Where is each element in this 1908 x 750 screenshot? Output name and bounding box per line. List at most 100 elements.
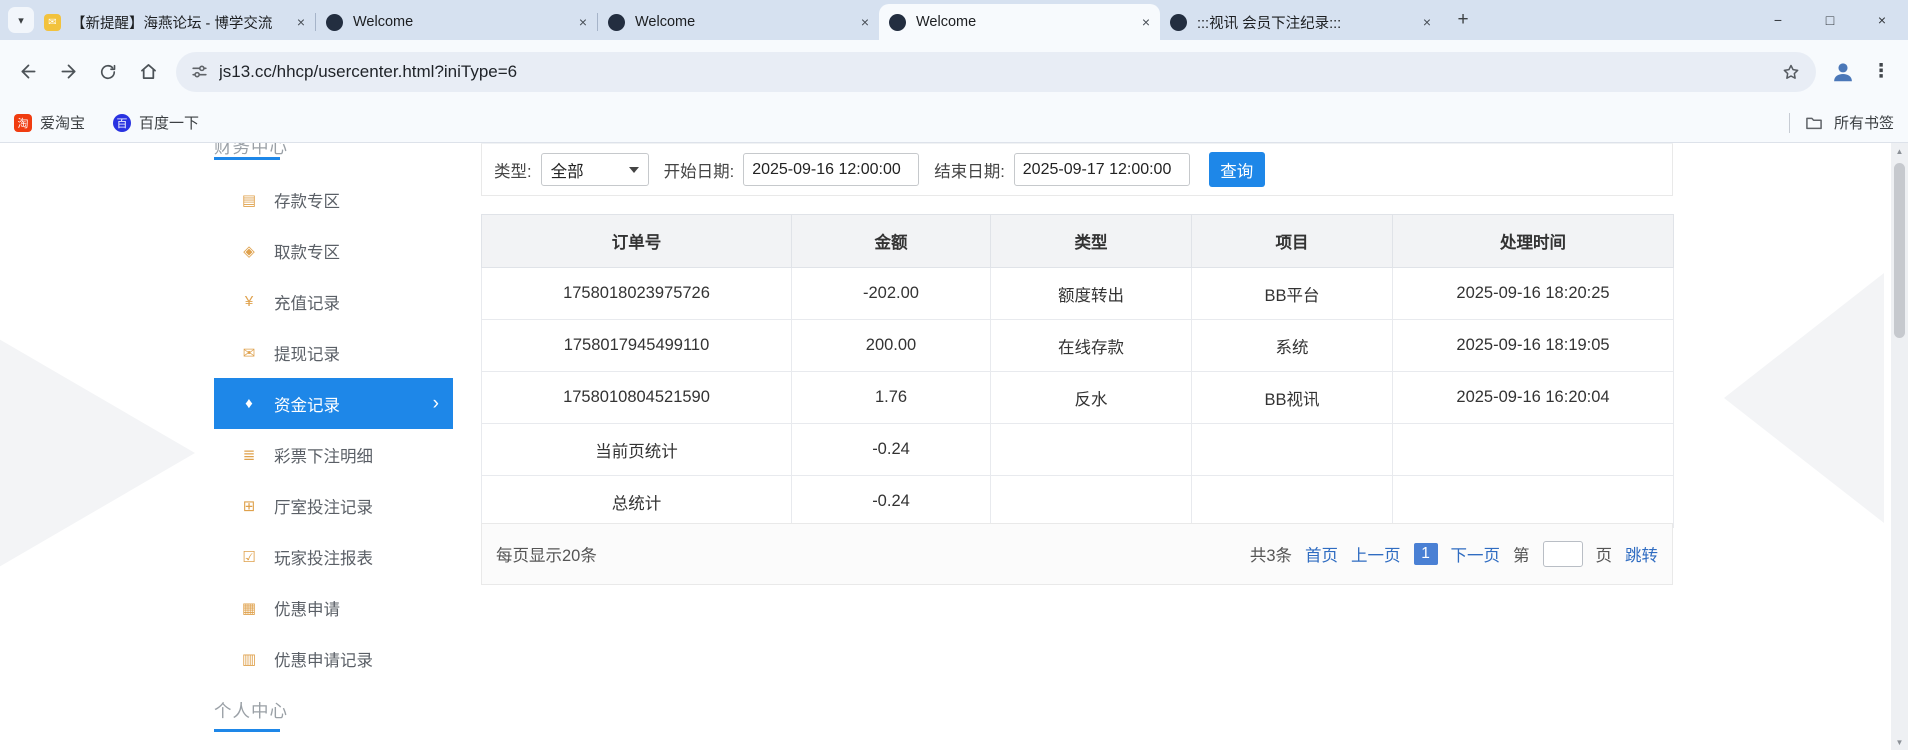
table-row-total-summary: 总统计 -0.24 [481,475,1674,528]
sidebar-item-label: 彩票下注明细 [274,447,373,466]
sidebar-section-finance: 财务中心 [214,143,453,157]
tab-welcome-active[interactable]: Welcome × [879,4,1160,40]
all-bookmarks-label: 所有书签 [1833,115,1894,132]
bookmark-star-button[interactable] [1774,55,1808,89]
tab-bet-records[interactable]: :::视讯 会员下注纪录::: × [1160,4,1441,40]
sidebar-item-label: 资金记录 [274,396,340,415]
menu-button[interactable]: ⋮ [1862,53,1900,91]
start-date-input[interactable] [743,153,920,186]
scroll-up-arrow-icon[interactable]: ▲ [1891,143,1908,159]
sidebar-item-recharge-record[interactable]: ¥ 充值记录 [214,276,453,327]
table-cell [1392,475,1674,528]
bookmark-item-baidu[interactable]: 百 百度一下 [113,112,199,133]
jump-page-input[interactable] [1542,541,1583,567]
scrollbar-thumb[interactable] [1894,163,1905,338]
tab-title: 【新提醒】海燕论坛 - 博学交流 [71,15,273,32]
recharge-record-icon: ¥ [244,293,254,310]
background-watermark [0,328,195,578]
all-bookmarks-button[interactable]: 所有书签 [1788,112,1894,133]
prev-page-link[interactable]: 上一页 [1351,542,1401,566]
profile-button[interactable] [1824,53,1862,91]
table-cell: BB视讯 [1191,371,1393,424]
window-close-button[interactable]: × [1856,0,1908,40]
window-maximize-button[interactable]: □ [1804,0,1856,40]
sidebar-item-promo-apply[interactable]: ▦ 优惠申请 [214,582,453,633]
home-icon [140,64,156,79]
sidebar-item-label: 取款专区 [274,243,340,262]
sidebar-item-withdraw-zone[interactable]: ◈ 取款专区 [214,225,453,276]
sidebar-item-label: 充值记录 [274,294,340,313]
tab-close-icon[interactable]: × [1142,14,1150,30]
jump-button[interactable]: 跳转 [1625,542,1658,566]
jump-label-prefix: 第 [1513,547,1530,565]
promo-apply-record-icon: ▥ [241,650,257,668]
taobao-favicon-icon: 淘 [14,113,32,132]
tab-forum[interactable]: ✉ 【新提醒】海燕论坛 - 博学交流 × [34,4,315,40]
tab-welcome-2[interactable]: Welcome × [598,4,879,40]
table-cell: 反水 [990,371,1192,424]
sidebar-item-lottery-bet-detail[interactable]: ≣ 彩票下注明细 [214,429,453,480]
table-cell: 在线存款 [990,319,1192,372]
table-cell: 2025-09-16 18:19:05 [1392,319,1674,372]
window-minimize-button[interactable]: − [1752,0,1804,40]
scroll-down-arrow-icon[interactable]: ▼ [1891,734,1908,750]
search-button[interactable]: 查询 [1208,152,1265,187]
tab-close-icon[interactable]: × [1423,14,1431,30]
sidebar-item-label: 玩家投注报表 [274,549,373,568]
table-cell: 1758017945499110 [481,319,792,372]
url-text[interactable]: js13.cc/hhcp/usercenter.html?iniType=6 [219,62,517,82]
browser-window: ▾ ✉ 【新提醒】海燕论坛 - 博学交流 × Welcome × Welcome… [0,0,1908,750]
tab-close-icon[interactable]: × [861,14,869,30]
tab-welcome-1[interactable]: Welcome × [316,4,597,40]
promo-apply-icon: ▦ [241,599,257,617]
table-cell: 200.00 [791,319,991,372]
next-page-link[interactable]: 下一页 [1451,542,1501,566]
tab-search-button[interactable]: ▾ [8,7,34,33]
table-header-cell: 金额 [791,214,991,268]
page-content: 财务中心 ▤ 存款专区 ◈ 取款专区 ¥ 充值记录 ✉ 提现记录 ♦ 资金记录 … [0,143,1891,750]
total-count-text: 共3条 [1249,547,1292,565]
table-cell: 总统计 [481,475,792,528]
background-watermark [1724,273,1884,523]
select-caret-icon [628,166,639,173]
back-button[interactable] [8,52,48,92]
tab-close-icon[interactable]: × [579,14,587,30]
new-tab-button[interactable]: + [1449,6,1477,34]
home-button[interactable] [128,52,168,92]
end-date-input[interactable] [1013,153,1190,186]
section-title: 财务中心 [214,143,288,157]
sidebar-item-funds-record[interactable]: ♦ 资金记录 › [214,378,453,429]
type-select[interactable]: 全部 [540,153,649,186]
table-header-cell: 订单号 [481,214,792,268]
sidebar-item-label: 优惠申请记录 [274,651,373,670]
sidebar-item-withdrawal-record[interactable]: ✉ 提现记录 [214,327,453,378]
reload-icon [100,64,116,79]
chevron-right-icon: › [432,392,439,414]
current-page-indicator[interactable]: 1 [1413,543,1438,565]
table-cell: BB平台 [1191,267,1393,320]
sidebar-item-room-bet-record[interactable]: ⊞ 厅室投注记录 [214,480,453,531]
reload-button[interactable] [88,52,128,92]
first-page-link[interactable]: 首页 [1305,542,1338,566]
tab-close-icon[interactable]: × [297,14,305,30]
table-cell: 1758010804521590 [481,371,792,424]
table-cell [1191,423,1393,476]
page-scrollbar[interactable]: ▲ ▼ [1891,143,1908,750]
deposit-icon: ▤ [241,191,257,209]
sidebar-item-label: 存款专区 [274,192,340,211]
sidebar-item-promo-apply-record[interactable]: ▥ 优惠申请记录 [214,633,453,684]
type-label: 类型: [494,162,532,181]
table-cell [1191,475,1393,528]
table-cell: 2025-09-16 18:20:25 [1392,267,1674,320]
type-select-value: 全部 [550,162,584,181]
sidebar-item-deposit-zone[interactable]: ▤ 存款专区 [214,174,453,225]
sidebar-item-player-bet-report[interactable]: ☑ 玩家投注报表 [214,531,453,582]
address-bar[interactable]: js13.cc/hhcp/usercenter.html?iniType=6 [176,51,1816,92]
bookmark-label: 爱淘宝 [40,115,86,132]
table-cell: -0.24 [791,423,991,476]
bookmark-item-taobao[interactable]: 淘 爱淘宝 [14,112,85,133]
site-settings-icon[interactable] [190,62,209,81]
table-cell: -0.24 [791,475,991,528]
avatar-icon [1834,62,1852,81]
forward-button[interactable] [48,52,88,92]
